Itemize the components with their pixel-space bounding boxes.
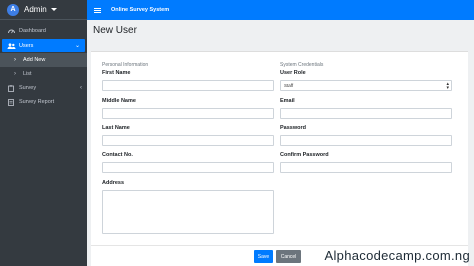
top-navbar: Online Survey System	[87, 0, 474, 20]
users-icon	[6, 42, 16, 49]
password-label: Password	[280, 125, 306, 131]
sidebar-item-users[interactable]: Users ⌄	[2, 39, 85, 52]
email-input[interactable]	[280, 108, 452, 119]
user-role-label: User Role	[280, 70, 306, 76]
user-role-value: Staff	[284, 83, 294, 88]
chevron-right-icon: ›	[14, 57, 16, 63]
save-button[interactable]: Save	[254, 250, 273, 263]
sidebar: A Admin Dashboard Users ⌄ › Add New › Li…	[0, 0, 87, 266]
sidebar-item-dashboard[interactable]: Dashboard	[0, 24, 87, 38]
new-user-form: Personal Information System Credentials …	[91, 51, 468, 266]
sidebar-item-survey[interactable]: Survey ‹	[0, 81, 87, 95]
user-name: Admin	[24, 5, 47, 14]
password-input[interactable]	[280, 135, 452, 146]
chevron-right-icon: ›	[14, 71, 16, 77]
last-name-input[interactable]	[102, 135, 274, 146]
report-icon	[6, 98, 16, 106]
dashboard-icon	[6, 28, 16, 34]
email-label: Email	[280, 98, 295, 104]
clipboard-icon	[6, 84, 16, 92]
address-textarea[interactable]	[102, 190, 274, 234]
confirm-password-label: Confirm Password	[280, 152, 329, 158]
middle-name-label: Middle Name	[102, 98, 136, 104]
caret-down-icon	[50, 8, 57, 11]
app-title: Online Survey System	[111, 7, 170, 13]
last-name-label: Last Name	[102, 125, 130, 131]
middle-name-input[interactable]	[102, 108, 274, 119]
credentials-heading: System Credentials	[280, 62, 324, 68]
sidebar-item-list[interactable]: › List	[0, 67, 87, 81]
sidebar-item-label: Dashboard	[19, 28, 46, 34]
chevron-left-icon: ‹	[80, 85, 82, 91]
cancel-button[interactable]: Cancel	[276, 250, 301, 263]
sidebar-item-label: Survey Report	[19, 99, 55, 105]
address-label: Address	[102, 180, 125, 186]
sidebar-item-label: List	[23, 71, 32, 77]
user-role-select[interactable]: Staff ▴ ▾	[280, 80, 452, 91]
personal-info-heading: Personal Information	[102, 62, 149, 68]
select-arrows-icon: ▴ ▾	[446, 81, 449, 91]
contact-input[interactable]	[102, 162, 274, 173]
first-name-label: First Name	[102, 70, 131, 76]
avatar: A	[7, 3, 19, 16]
watermark-text: Alphacodecamp.com.ng	[324, 248, 470, 263]
sidebar-item-label: Add New	[23, 57, 46, 63]
chevron-down-icon: ⌄	[74, 43, 80, 49]
sidebar-item-label: Users	[19, 42, 34, 49]
confirm-password-input[interactable]	[280, 162, 452, 173]
card-footer-divider	[91, 245, 468, 246]
first-name-input[interactable]	[102, 80, 274, 91]
page-title: New User	[93, 25, 137, 36]
user-menu[interactable]: A Admin	[0, 0, 87, 20]
menu-toggle-icon[interactable]	[94, 7, 101, 13]
sidebar-item-survey-report[interactable]: Survey Report	[0, 95, 87, 109]
contact-label: Contact No.	[102, 152, 133, 158]
sidebar-item-add-new[interactable]: › Add New	[0, 53, 87, 67]
sidebar-item-label: Survey	[19, 85, 37, 91]
